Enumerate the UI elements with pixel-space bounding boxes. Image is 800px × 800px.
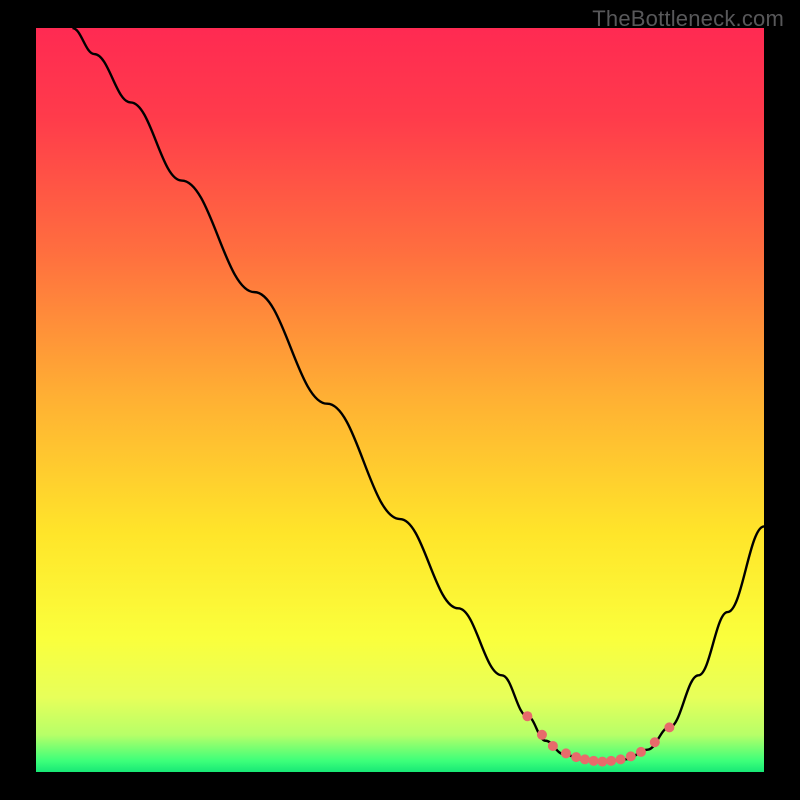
optimal-marker (606, 756, 616, 766)
optimal-marker (537, 730, 547, 740)
optimal-marker (636, 747, 646, 757)
optimal-marker (616, 754, 626, 764)
optimal-marker (522, 711, 532, 721)
optimal-marker (597, 757, 607, 767)
optimal-marker (571, 752, 581, 762)
optimal-marker (650, 737, 660, 747)
optimal-marker (626, 751, 636, 761)
bottleneck-chart (36, 28, 764, 772)
optimal-marker (548, 741, 558, 751)
optimal-marker (664, 722, 674, 732)
optimal-marker (580, 754, 590, 764)
chart-background (36, 28, 764, 772)
optimal-marker (561, 748, 571, 758)
optimal-marker (589, 756, 599, 766)
chart-svg (36, 28, 764, 772)
